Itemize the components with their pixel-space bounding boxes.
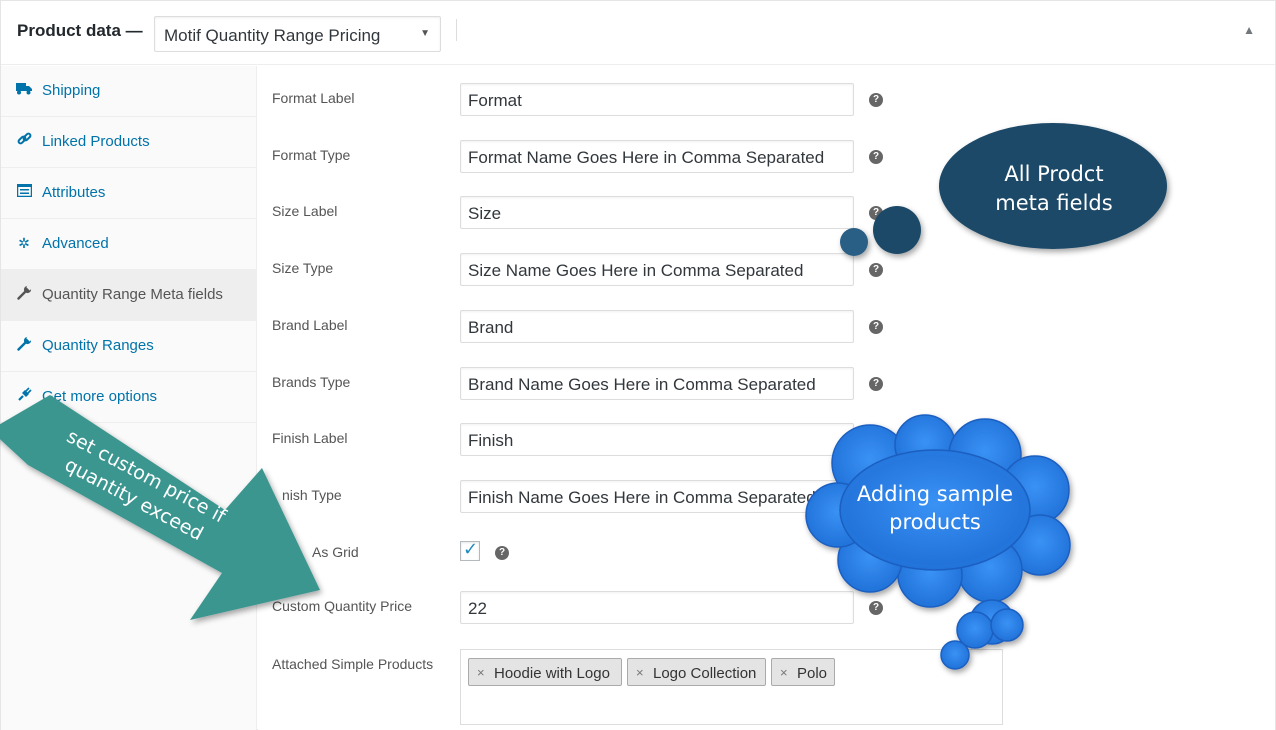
callout-line: meta fields (995, 191, 1113, 215)
meta-callout-text: All Prodct meta fields (958, 160, 1150, 218)
tab-label: Quantity Ranges (42, 337, 154, 354)
remove-tag-icon[interactable]: × (477, 665, 485, 680)
input-value: Finish Name Goes Here in Comma Separated (468, 488, 816, 507)
help-icon[interactable]: ? (869, 93, 883, 107)
tab-label: Linked Products (42, 133, 150, 150)
tag-label: Hoodie with Logo (494, 665, 610, 682)
finish-label-input[interactable]: Finish (460, 423, 854, 456)
input-value: Size (468, 204, 502, 223)
tab-label: Shipping (42, 82, 101, 99)
panel-header: Product data — Motif Quantity Range Pric… (1, 1, 1275, 65)
help-icon[interactable]: ? (869, 263, 883, 277)
size-label-input[interactable]: Size (460, 196, 854, 229)
tab-label: Quantity Range Meta fields (42, 286, 223, 303)
product-data-panel: Product data — Motif Quantity Range Pric… (0, 0, 1276, 730)
cloud-text: Adding sample products (835, 480, 1035, 536)
brand-label-input[interactable]: Brand (460, 310, 854, 343)
chevron-down-icon: ▼ (420, 28, 430, 39)
input-value: 22 (468, 599, 487, 618)
product-type-select[interactable]: Motif Quantity Range Pricing ▼ (154, 16, 441, 52)
tab-label: Attributes (42, 184, 106, 201)
help-icon[interactable]: ? (869, 601, 883, 615)
product-data-tabs: Shipping Linked Products Attributes ✲ Ad… (1, 66, 257, 730)
plugin-icon (15, 387, 33, 405)
panel-title: Product data — (17, 21, 143, 40)
size-type-label: Size Type (272, 260, 334, 276)
wrench-icon (15, 284, 33, 303)
product-tag: × Hoodie with Logo (468, 658, 622, 686)
custom-quantity-price-label: Custom Quantity Price (272, 598, 413, 614)
finish-type-input[interactable]: Finish Name Goes Here in Comma Separated (460, 480, 854, 513)
show-as-grid-label: As Grid (312, 544, 359, 560)
product-tag: × Polo (771, 658, 835, 686)
help-icon[interactable]: ? (869, 320, 883, 334)
gear-icon: ✲ (18, 235, 30, 251)
callout-line: All Prodct (1004, 162, 1104, 186)
tab-label: Get more options (42, 388, 158, 405)
input-value: Size Name Goes Here in Comma Separated (468, 261, 804, 280)
format-type-input[interactable]: Format Name Goes Here in Comma Separated (460, 140, 854, 173)
cloud-line: Adding sample (856, 482, 1014, 506)
size-label-label: Size Label (272, 203, 338, 219)
input-value: Format Name Goes Here in Comma Separated (468, 148, 825, 167)
remove-tag-icon[interactable]: × (636, 665, 644, 680)
product-tag: × Logo Collection (627, 658, 766, 686)
finish-type-label: nish Type (282, 487, 342, 503)
help-icon[interactable]: ? (869, 206, 883, 220)
size-type-input[interactable]: Size Name Goes Here in Comma Separated (460, 253, 854, 286)
format-label-input[interactable]: Format (460, 83, 854, 116)
tab-get-more-options[interactable]: Get more options (1, 372, 256, 423)
input-value: Finish (468, 431, 514, 450)
tab-shipping[interactable]: Shipping (1, 66, 256, 117)
list-table-icon (15, 183, 33, 201)
truck-icon (15, 81, 33, 99)
checkmark-icon: ✓ (463, 539, 479, 559)
tab-linked-products[interactable]: Linked Products (1, 117, 256, 168)
input-value: Format (468, 91, 522, 110)
tab-attributes[interactable]: Attributes (1, 168, 256, 219)
attached-products-label: Attached Simple Products (272, 656, 434, 672)
help-icon[interactable]: ? (495, 546, 509, 560)
tag-label: Logo Collection (653, 665, 757, 682)
remove-tag-icon[interactable]: × (780, 665, 788, 680)
tab-advanced[interactable]: ✲ Advanced (1, 219, 256, 270)
header-divider (456, 19, 457, 41)
input-value: Brand (468, 318, 514, 337)
cloud-line: products (889, 510, 981, 534)
product-type-value: Motif Quantity Range Pricing (164, 26, 381, 45)
format-type-label: Format Type (272, 147, 351, 163)
custom-quantity-price-input[interactable]: 22 (460, 591, 854, 624)
collapse-toggle-icon[interactable]: ▲ (1243, 23, 1255, 37)
finish-label-label: Finish Label (272, 430, 348, 446)
help-icon[interactable]: ? (869, 150, 883, 164)
show-as-grid-checkbox[interactable]: ✓ (460, 539, 480, 561)
help-icon[interactable]: ? (869, 377, 883, 391)
tag-label: Polo (797, 665, 828, 682)
tab-quantity-ranges[interactable]: Quantity Ranges (1, 321, 256, 372)
brands-type-input[interactable]: Brand Name Goes Here in Comma Separated (460, 367, 854, 400)
wrench-icon (15, 335, 33, 354)
tab-label: Advanced (42, 235, 109, 252)
input-value: Brand Name Goes Here in Comma Separated (468, 375, 816, 394)
brands-type-label: Brands Type (272, 374, 351, 390)
format-label-label: Format Label (272, 90, 355, 106)
brand-label-label: Brand Label (272, 317, 348, 333)
tab-quantity-range-meta-fields[interactable]: Quantity Range Meta fields (1, 270, 256, 321)
attached-products-select[interactable]: × Hoodie with Logo × Logo Collection × P… (460, 649, 1003, 725)
link-icon (15, 132, 33, 150)
